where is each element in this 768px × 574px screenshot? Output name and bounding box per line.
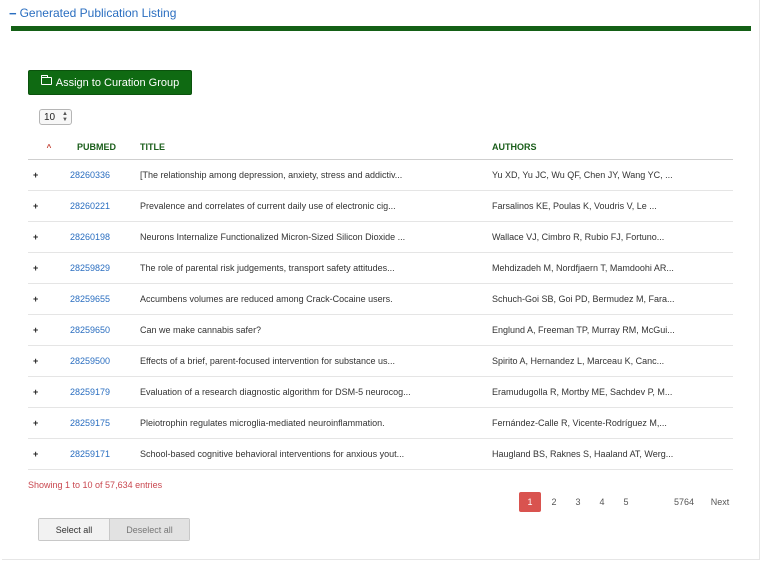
title-cell: Evaluation of a research diagnostic algo… [140, 376, 492, 408]
authors-cell: Wallace VJ, Cimbro R, Rubio FJ, Fortuno.… [492, 221, 733, 253]
table-row[interactable]: +28259175 Pleiotrophin regulates microgli… [28, 407, 733, 439]
page-button-2[interactable]: 2 [548, 492, 560, 512]
pmid-cell: 28260336 [70, 159, 140, 191]
next-page-button[interactable]: Next [708, 492, 732, 512]
page-button-4[interactable]: 4 [596, 492, 608, 512]
authors-cell: Schuch-Goi SB, Goi PD, Bermudez M, Fara.… [492, 283, 733, 315]
table-row[interactable]: +28260221 Prevalence and correlates of cu… [28, 190, 733, 222]
authors-cell: Spirito A, Hernandez L, Marceau K, Canc.… [492, 345, 733, 377]
page-button-3[interactable]: 3 [572, 492, 584, 512]
pmid-cell: 28259500 [70, 345, 140, 377]
column-header-title[interactable]: TITLE [140, 136, 492, 160]
authors-cell: Mehdizadeh M, Nordfjaern T, Mamdoohi AR.… [492, 252, 733, 284]
title-cell: Can we make cannabis safer? [140, 314, 492, 346]
section-title: Generated Publication Listing [19, 6, 177, 20]
page-button-1[interactable]: 1 [519, 492, 541, 512]
expand-row-icon[interactable]: + [28, 345, 70, 377]
pmid-cell: 28259829 [70, 252, 140, 284]
pmid-cell: 28259650 [70, 314, 140, 346]
pmid-cell: 28259171 [70, 438, 140, 470]
select-all-button[interactable]: Select all [39, 519, 109, 540]
authors-cell: Yu XD, Yu JC, Wu QF, Chen JY, Wang YC, .… [492, 159, 733, 191]
authors-cell: Eramudugolla R, Mortby ME, Sachdev P, M.… [492, 376, 733, 408]
table-row[interactable]: +28260336 [The relationship among depress… [28, 159, 733, 191]
title-cell: [The relationship among depression, anxi… [140, 159, 492, 191]
table-row[interactable]: +28259829 The role of parental risk judge… [28, 252, 733, 284]
table-info-text: Showing 1 to 10 of 57,634 entries [28, 480, 163, 490]
column-header-authors[interactable]: AUTHORS [492, 136, 733, 160]
authors-cell: Fernández-Calle R, Vicente-Rodríguez M,.… [492, 407, 733, 439]
expand-row-icon[interactable]: + [28, 159, 70, 191]
pmid-cell: 28259655 [70, 283, 140, 315]
column-header-pubmed[interactable]: PUBMED [70, 136, 140, 160]
authors-cell: Farsalinos KE, Poulas K, Voudris V, Le .… [492, 190, 733, 222]
title-cell: The role of parental risk judgements, tr… [140, 252, 492, 284]
pmid-link[interactable]: 28260198 [70, 232, 110, 242]
expand-row-icon[interactable]: + [28, 221, 70, 253]
publication-table: ^ PUBMED TITLE AUTHORS +28260336 [The rel… [28, 136, 733, 470]
table-row[interactable]: +28259500 Effects of a brief, parent-focu… [28, 345, 733, 377]
pmid-link[interactable]: 28259829 [70, 263, 110, 273]
page-length-value: 10 [44, 111, 56, 123]
pmid-cell: 28259175 [70, 407, 140, 439]
expand-row-icon[interactable]: + [28, 407, 70, 439]
pmid-link[interactable]: 28259179 [70, 387, 110, 397]
authors-cell: Englund A, Freeman TP, Murray RM, McGui.… [492, 314, 733, 346]
expand-row-icon[interactable]: + [28, 252, 70, 284]
title-cell: Pleiotrophin regulates microglia-mediate… [140, 407, 492, 439]
spinner-arrows-icon: ▲ ▼ [62, 111, 68, 123]
page-button-last[interactable]: 5764 [670, 492, 698, 512]
page-button-5[interactable]: 5 [620, 492, 632, 512]
expand-row-icon[interactable]: + [28, 438, 70, 470]
table-row[interactable]: +28259650 Can we make cannabis safer? Engl… [28, 314, 733, 346]
section-header[interactable]: − Generated Publication Listing [9, 5, 176, 21]
title-cell: School-based cognitive behavioral interv… [140, 438, 492, 470]
collapse-icon[interactable]: − [9, 7, 17, 20]
pmid-link[interactable]: 28259650 [70, 325, 110, 335]
page-length-select[interactable]: 10 ▲ ▼ [39, 109, 72, 125]
table-row[interactable]: +28259179 Evaluation of a research diagno… [28, 376, 733, 408]
pmid-cell: 28260221 [70, 190, 140, 222]
title-cell: Effects of a brief, parent-focused inter… [140, 345, 492, 377]
sort-ascending-icon[interactable]: ^ [28, 136, 70, 160]
expand-row-icon[interactable]: + [28, 314, 70, 346]
assign-to-curation-group-button[interactable]: Assign to Curation Group [28, 70, 192, 95]
pmid-link[interactable]: 28259655 [70, 294, 110, 304]
assign-button-label: Assign to Curation Group [55, 76, 180, 89]
pmid-link[interactable]: 28259175 [70, 418, 110, 428]
pmid-cell: 28260198 [70, 221, 140, 253]
title-cell: Accumbens volumes are reduced among Crac… [140, 283, 492, 315]
authors-cell: Haugland BS, Raknes S, Haaland AT, Werg.… [492, 438, 733, 470]
pmid-link[interactable]: 28260336 [70, 170, 110, 180]
title-cell: Neurons Internalize Functionalized Micro… [140, 221, 492, 253]
folder-icon [40, 74, 52, 85]
table-header-row: ^ PUBMED TITLE AUTHORS [28, 136, 733, 160]
pmid-link[interactable]: 28260221 [70, 201, 110, 211]
pmid-link[interactable]: 28259500 [70, 356, 110, 366]
pmid-cell: 28259179 [70, 376, 140, 408]
title-cell: Prevalence and correlates of current dai… [140, 190, 492, 222]
table-row[interactable]: +28259171 School-based cognitive behavior… [28, 438, 733, 470]
table-row[interactable]: +28259655 Accumbens volumes are reduced a… [28, 283, 733, 315]
deselect-all-button[interactable]: Deselect all [109, 519, 189, 540]
pmid-link[interactable]: 28259171 [70, 449, 110, 459]
table-row[interactable]: +28260198 Neurons Internalize Functionali… [28, 221, 733, 253]
expand-row-icon[interactable]: + [28, 283, 70, 315]
section-divider [11, 26, 751, 31]
expand-row-icon[interactable]: + [28, 190, 70, 222]
expand-row-icon[interactable]: + [28, 376, 70, 408]
selection-button-group: Select all Deselect all [38, 518, 190, 541]
